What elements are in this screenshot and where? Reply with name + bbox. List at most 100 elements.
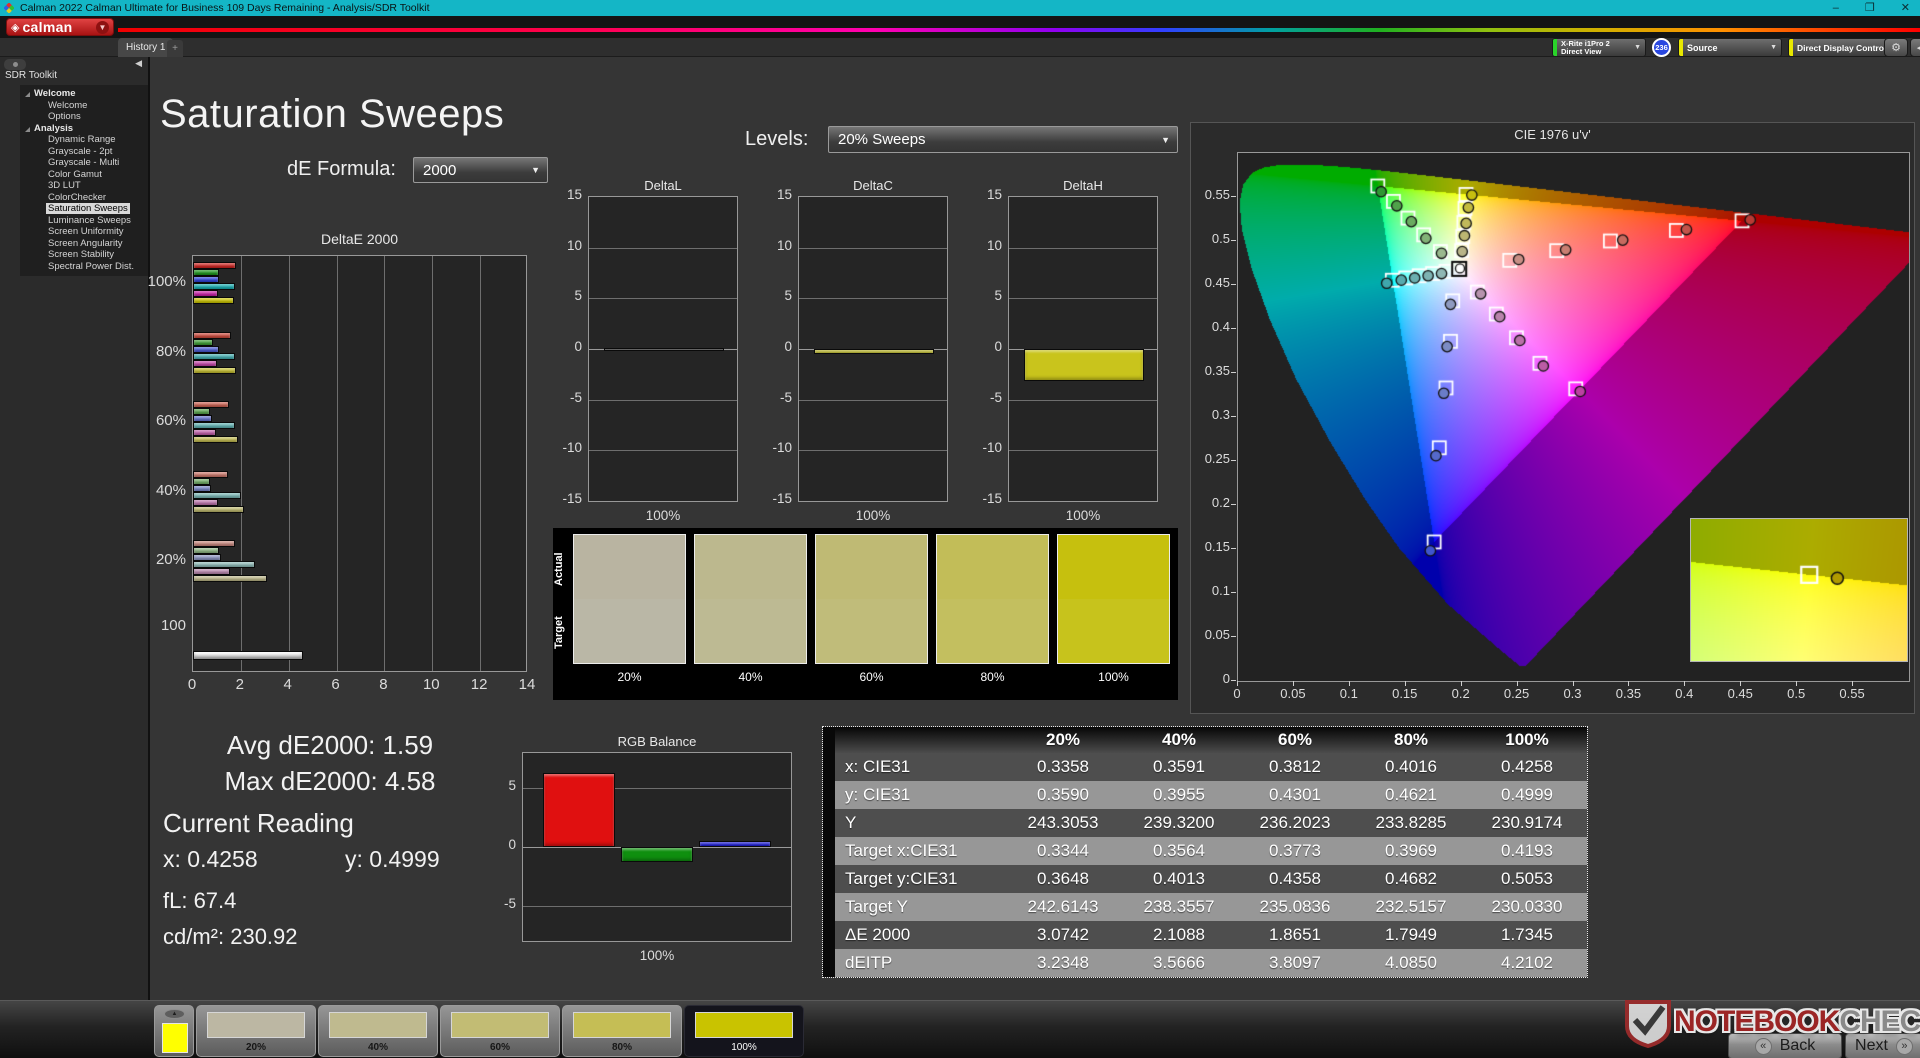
deltae-bar-blue-20% bbox=[193, 554, 221, 561]
sidebar-item-grayscale-2pt[interactable]: Grayscale - 2pt bbox=[22, 146, 148, 158]
cie-xtick-mark bbox=[1628, 681, 1630, 686]
tab-history-1[interactable]: History 1 bbox=[118, 38, 174, 57]
swatch-label: 20% bbox=[617, 670, 642, 684]
deltae-chart bbox=[192, 255, 527, 672]
table-cell: 230.0330 bbox=[1491, 897, 1563, 916]
calman-menu-arrow-icon[interactable]: ▼ bbox=[96, 20, 109, 34]
row-label: dEITP bbox=[845, 953, 893, 972]
sidebar-item-luminance-sweeps[interactable]: Luminance Sweeps bbox=[22, 215, 148, 227]
swatch-actual bbox=[1058, 535, 1169, 599]
sidebar-mini-button[interactable] bbox=[4, 59, 26, 70]
table-header-40%: 40% bbox=[1161, 730, 1197, 749]
panel-collapse-button[interactable]: ◀ bbox=[1910, 38, 1920, 57]
table-cell: 233.8285 bbox=[1375, 813, 1447, 832]
rgb_balance-bar-red bbox=[543, 773, 615, 847]
tree-item-label: Grayscale - 2pt bbox=[48, 145, 113, 157]
table-cell: 0.3773 bbox=[1269, 841, 1321, 860]
rgb_balance-title: RGB Balance bbox=[617, 734, 697, 749]
tree-group-analysis[interactable]: Analysis bbox=[22, 123, 148, 135]
calman-menu-button[interactable]: ◈ calman ▼ bbox=[6, 18, 114, 36]
sidebar-item-saturation-sweeps[interactable]: Saturation Sweeps bbox=[22, 203, 148, 215]
sidebar-item-options[interactable]: Options bbox=[22, 111, 148, 123]
watermark-notebook: NOTEBOOK bbox=[1674, 1005, 1840, 1038]
level-tile-20%[interactable]: 20% bbox=[196, 1005, 316, 1057]
level-tile-60%[interactable]: 60% bbox=[440, 1005, 560, 1057]
cie-ytick-mark bbox=[1231, 636, 1236, 637]
levels-dropdown-arrow-icon: ▼ bbox=[1161, 134, 1170, 145]
gridline bbox=[1009, 298, 1157, 300]
deltae-bar-red-20% bbox=[193, 540, 235, 547]
deltae-bar-yellow-40% bbox=[193, 505, 244, 513]
deltaC-ytick: 0 bbox=[784, 339, 792, 354]
deltaL-ytick: 15 bbox=[566, 187, 582, 202]
cie-ytick-mark bbox=[1231, 680, 1236, 681]
page-title: Saturation Sweeps bbox=[160, 92, 505, 136]
table-cell: 0.4193 bbox=[1501, 841, 1553, 860]
meter-count-badge[interactable]: 236 bbox=[1652, 38, 1671, 57]
deltaH-ytick: -10 bbox=[982, 440, 1002, 456]
deltae-bar-cyan-60% bbox=[193, 422, 235, 429]
table-cell: 1.7345 bbox=[1501, 925, 1553, 944]
cie-xtick-mark bbox=[1404, 681, 1406, 686]
table-header-label bbox=[835, 727, 1005, 753]
window-titlebar[interactable]: Calman 2022 Calman Ultimate for Business… bbox=[0, 0, 1920, 16]
current-y: y: 0.4999 bbox=[345, 846, 440, 872]
notebookcheck-shield-icon bbox=[1625, 1000, 1671, 1048]
deltae-bar-blue-60% bbox=[193, 415, 213, 422]
deltae-bar-green-40% bbox=[193, 477, 210, 485]
levels-dropdown[interactable]: 20% Sweeps ▼ bbox=[828, 126, 1178, 153]
close-button[interactable]: ✕ bbox=[1901, 0, 1910, 16]
tab-bar: History 1 + X-Rite i1Pro 2 Direct View ▼… bbox=[0, 38, 1920, 57]
deltaH-ytick: 10 bbox=[986, 237, 1002, 253]
gridline bbox=[432, 256, 434, 671]
sidebar-item-spectral-power-dist-[interactable]: Spectral Power Dist. bbox=[22, 261, 148, 273]
sidebar-item-3d-lut[interactable]: 3D LUT bbox=[22, 180, 148, 192]
patch-up-arrow-icon[interactable]: ▲ bbox=[164, 1009, 185, 1019]
sidebar-item-colorchecker[interactable]: ColorChecker bbox=[22, 192, 148, 204]
deltae-xtick: 4 bbox=[283, 676, 292, 693]
meter-dropdown[interactable]: X-Rite i1Pro 2 Direct View ▼ bbox=[1552, 38, 1646, 57]
patch-window-tile[interactable]: ▲ bbox=[154, 1005, 194, 1057]
level-tile-80%[interactable]: 80% bbox=[562, 1005, 682, 1057]
level-tile-100%[interactable]: 100% bbox=[684, 1005, 804, 1057]
deltaC-chart bbox=[798, 196, 948, 502]
sidebar-item-dynamic-range[interactable]: Dynamic Range bbox=[22, 134, 148, 146]
source-dropdown[interactable]: Source ▼ bbox=[1678, 38, 1782, 57]
row-strip bbox=[823, 921, 835, 949]
settings-gear-button[interactable]: ⚙ bbox=[1884, 38, 1908, 57]
swatch-label: 100% bbox=[1098, 670, 1129, 684]
table-cell: 230.9174 bbox=[1491, 813, 1563, 832]
max-de2000: Max dE2000: 4.58 bbox=[224, 766, 436, 796]
cie-ytick-mark bbox=[1231, 196, 1236, 197]
rainbow-divider bbox=[118, 28, 1920, 32]
sidebar-item-welcome[interactable]: Welcome bbox=[22, 100, 148, 112]
sidebar-item-screen-angularity[interactable]: Screen Angularity bbox=[22, 238, 148, 250]
table-cell: 0.4016 bbox=[1385, 757, 1437, 776]
level-tile-40%[interactable]: 40% bbox=[318, 1005, 438, 1057]
sidebar-item-color-gamut[interactable]: Color Gamut bbox=[22, 169, 148, 181]
tree-item-label: Screen Stability bbox=[48, 249, 115, 260]
deltaH-bar bbox=[1024, 349, 1144, 382]
maximize-button[interactable]: ❐ bbox=[1865, 0, 1875, 16]
sidebar-item-grayscale-multi[interactable]: Grayscale - Multi bbox=[22, 157, 148, 169]
sidebar-item-screen-uniformity[interactable]: Screen Uniformity bbox=[22, 226, 148, 238]
sidebar-item-screen-stability[interactable]: Screen Stability bbox=[22, 249, 148, 261]
tree-item-label: Grayscale - Multi bbox=[48, 157, 120, 168]
add-tab-button[interactable]: + bbox=[167, 40, 183, 57]
table-header-row: 20% 40% 60% 80% 100% bbox=[823, 727, 1587, 753]
gridline bbox=[799, 399, 947, 401]
tree-group-welcome[interactable]: Welcome bbox=[22, 88, 148, 100]
table-cell: 238.3557 bbox=[1143, 897, 1215, 916]
gridline bbox=[480, 256, 482, 671]
swatch-target bbox=[937, 599, 1048, 663]
minimize-button[interactable]: – bbox=[1833, 0, 1839, 16]
meter-mode: Direct View bbox=[1561, 46, 1602, 56]
table-header-100%: 100% bbox=[1505, 730, 1549, 749]
de-formula-dropdown[interactable]: 2000 ▼ bbox=[413, 157, 548, 183]
sidebar-collapse-icon[interactable]: ◀ bbox=[135, 58, 142, 69]
deltaH-ytick: -5 bbox=[989, 389, 1002, 405]
deltaC-ytick: -10 bbox=[772, 440, 792, 456]
row-label: Target x:CIE31 bbox=[845, 841, 958, 860]
rgb_balance-bar-blue bbox=[699, 840, 771, 847]
tile-swatch bbox=[695, 1012, 793, 1038]
